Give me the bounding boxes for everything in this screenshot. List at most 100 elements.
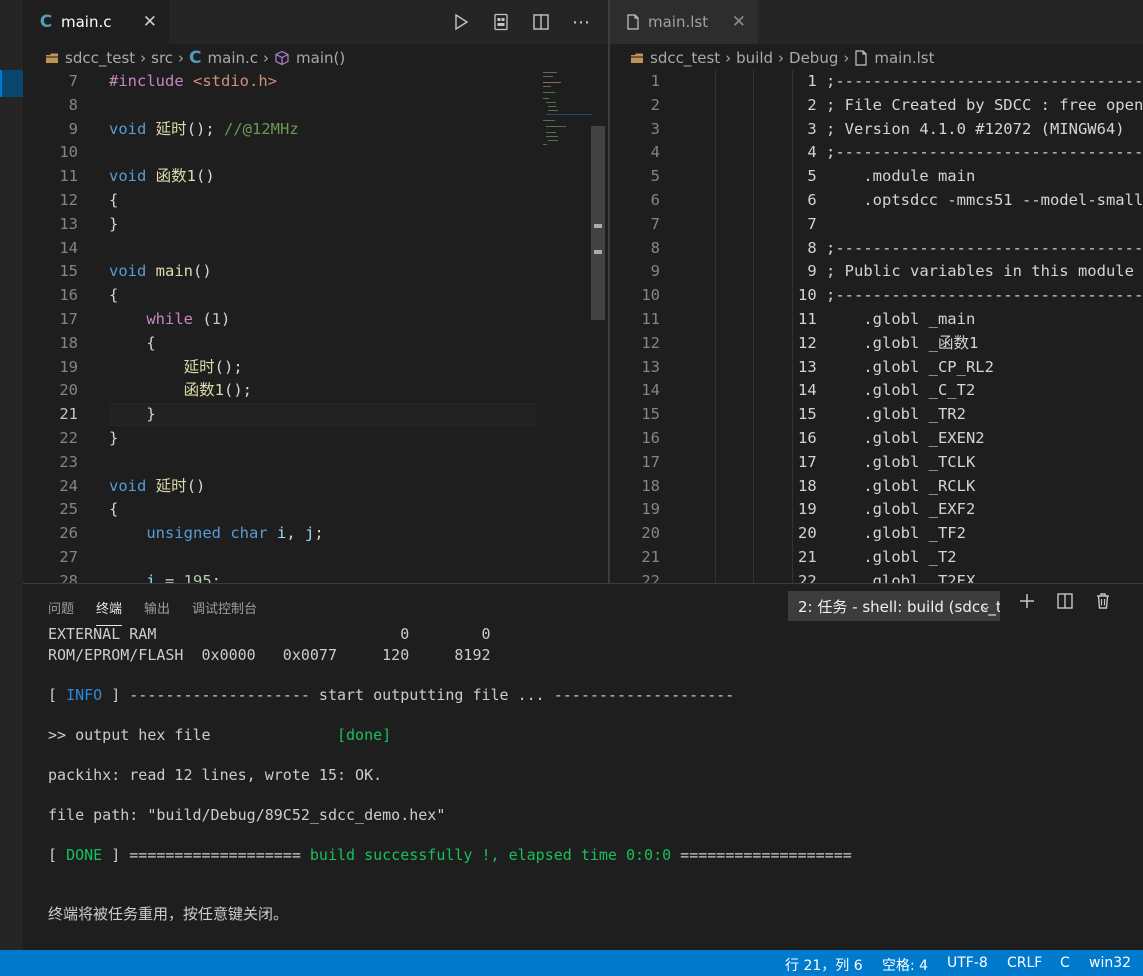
line-number: 24 — [59, 476, 78, 495]
tab-output[interactable]: 输出 — [144, 598, 170, 626]
breadcrumb-item-debug[interactable]: Debug — [789, 49, 838, 67]
code-text: void 函数1() — [109, 167, 215, 186]
line-number: 11 — [59, 167, 78, 186]
run-icon[interactable] — [452, 13, 470, 31]
status-language[interactable]: C — [1060, 955, 1070, 971]
tab-problems[interactable]: 问题 — [48, 598, 74, 626]
close-icon[interactable]: ✕ — [143, 12, 157, 32]
line-number: 13 — [641, 357, 660, 376]
listing-text: 21 .globl _T2 — [798, 548, 957, 566]
line-number: 12 — [59, 191, 78, 209]
listing-text: 20 .globl _TF2 — [798, 524, 966, 543]
open-preview-icon[interactable] — [492, 13, 510, 31]
indent-guide — [792, 70, 793, 583]
line-number: 12 — [641, 333, 660, 352]
breadcrumb: sdcc_test › src › C main.c › main() — [23, 44, 608, 71]
trash-icon[interactable] — [1094, 592, 1112, 610]
breadcrumb-item-build[interactable]: build — [736, 49, 773, 67]
breadcrumb-item-main-lst[interactable]: main.lst — [854, 49, 935, 67]
terminal-line: >> output hex file [done] — [48, 726, 392, 744]
line-number: 6 — [650, 191, 660, 209]
status-platform[interactable]: win32 — [1089, 955, 1131, 971]
listing-text: 17 .globl _TCLK — [798, 452, 976, 471]
listing-text: 3 ; Version 4.1.0 #12072 (MINGW64) — [798, 119, 1125, 138]
tab-label: main.lst — [648, 13, 709, 31]
more-actions-icon[interactable]: ⋯ — [572, 12, 590, 33]
listing-text: 22 .globl _T2EX — [798, 571, 976, 583]
chevron-right-icon: › — [725, 48, 732, 67]
listing-text: 8 ;-------------------------------------… — [807, 238, 1143, 257]
indent-guide — [715, 70, 716, 583]
status-eol[interactable]: CRLF — [1007, 955, 1042, 971]
split-editor-icon[interactable] — [532, 13, 550, 31]
breadcrumb-item-sdcc-test[interactable]: sdcc_test — [45, 49, 135, 67]
bottom-panel: 问题 终端 输出 调试控制台 2: 任务 - shell: build (sdc… — [23, 583, 1143, 950]
right-editor-group: main.lst ✕ sdcc_test › build › Debug › m… — [610, 0, 1143, 583]
chevron-right-icon: › — [843, 48, 850, 67]
code-text: { — [109, 500, 119, 519]
line-number: 9 — [68, 119, 78, 138]
listing-text: 6 .optsdcc -mmcs51 --model-small — [798, 191, 1143, 209]
code-text: i = 195; — [146, 571, 222, 583]
activity-bar-active-indicator[interactable] — [0, 70, 23, 97]
line-number: 8 — [68, 95, 78, 114]
code-text: 延时(); — [183, 357, 243, 376]
line-number: 11 — [641, 310, 660, 328]
tab-debug-console[interactable]: 调试控制台 — [192, 598, 257, 626]
status-indentation[interactable]: 空格: 4 — [882, 955, 928, 975]
chevron-down-icon: ⌄ — [979, 596, 992, 614]
status-bar: 行 21，列 6 空格: 4 UTF-8 CRLF C win32 — [0, 950, 1143, 976]
terminal-line: file path: "build/Debug/89C52_sdcc_demo.… — [48, 806, 446, 824]
line-number: 22 — [59, 429, 78, 447]
tab-terminal[interactable]: 终端 — [96, 598, 123, 626]
line-number: 15 — [641, 405, 660, 424]
listing-text: 19 .globl _EXF2 — [798, 500, 976, 519]
line-number: 19 — [641, 500, 660, 519]
line-number: 20 — [59, 381, 78, 400]
terminal-output[interactable]: EXTERNAL RAM 0 0 ROM/EPROM/FLASH 0x0000 0… — [48, 624, 1143, 950]
tab-main-c[interactable]: C main.c ✕ — [23, 0, 169, 44]
breadcrumb-item-main-function[interactable]: main() — [274, 49, 345, 67]
tab-label: main.c — [61, 13, 112, 31]
listing-editor[interactable]: 1 1 ;-----------------------------------… — [610, 70, 1143, 583]
code-text: #include <stdio.h> — [109, 72, 277, 90]
status-encoding[interactable]: UTF-8 — [947, 955, 988, 971]
cube-symbol-icon — [274, 50, 290, 66]
code-text: 函数1(); — [183, 381, 252, 400]
line-number: 17 — [59, 310, 78, 328]
code-text: while (1) — [146, 310, 231, 328]
listing-text: 14 .globl _C_T2 — [798, 381, 976, 400]
breadcrumb-item-src[interactable]: src — [151, 49, 173, 67]
code-text: void 延时() — [109, 476, 206, 495]
breadcrumb: sdcc_test › build › Debug › main.lst — [610, 44, 1143, 71]
panel-actions — [1018, 592, 1112, 610]
listing-text: 9 ; Public variables in this module — [798, 262, 1134, 281]
split-terminal-icon[interactable] — [1056, 592, 1074, 610]
close-icon[interactable]: ✕ — [732, 12, 746, 32]
line-number: 23 — [59, 452, 78, 471]
c-language-icon: C — [39, 12, 53, 32]
terminal-select[interactable]: 2: 任务 - shell: build (sdcc_test) ⌄ — [788, 591, 1000, 621]
status-cursor-position[interactable]: 行 21，列 6 — [785, 955, 863, 975]
tab-main-lst[interactable]: main.lst ✕ — [610, 0, 758, 44]
line-number: 4 — [650, 143, 660, 162]
indent-guide — [753, 70, 754, 583]
line-number: 10 — [59, 143, 78, 162]
code-text: void 延时(); //@12MHz — [109, 119, 299, 138]
minimap[interactable] — [540, 70, 592, 180]
line-number: 28 — [59, 571, 78, 583]
listing-text: 15 .globl _TR2 — [798, 405, 966, 424]
chevron-right-icon: › — [778, 48, 785, 67]
code-text: } — [109, 214, 119, 233]
breadcrumb-item-main-c[interactable]: C main.c — [189, 48, 258, 68]
terminal-line: EXTERNAL RAM 0 0 — [48, 625, 491, 643]
add-terminal-icon[interactable] — [1018, 592, 1036, 610]
line-number: 19 — [59, 357, 78, 376]
line-number: 7 — [68, 72, 78, 90]
breadcrumb-item-sdcc-test[interactable]: sdcc_test — [630, 49, 720, 67]
editor-actions: ⋯ — [452, 0, 590, 44]
listing-text: 10 ;------------------------------------… — [798, 286, 1143, 305]
vertical-scrollbar[interactable] — [591, 126, 605, 320]
line-number: 20 — [641, 524, 660, 543]
code-editor[interactable]: 7 #include <stdio.h> 8 9 void 延时(); //@12MHz… — [23, 70, 608, 583]
